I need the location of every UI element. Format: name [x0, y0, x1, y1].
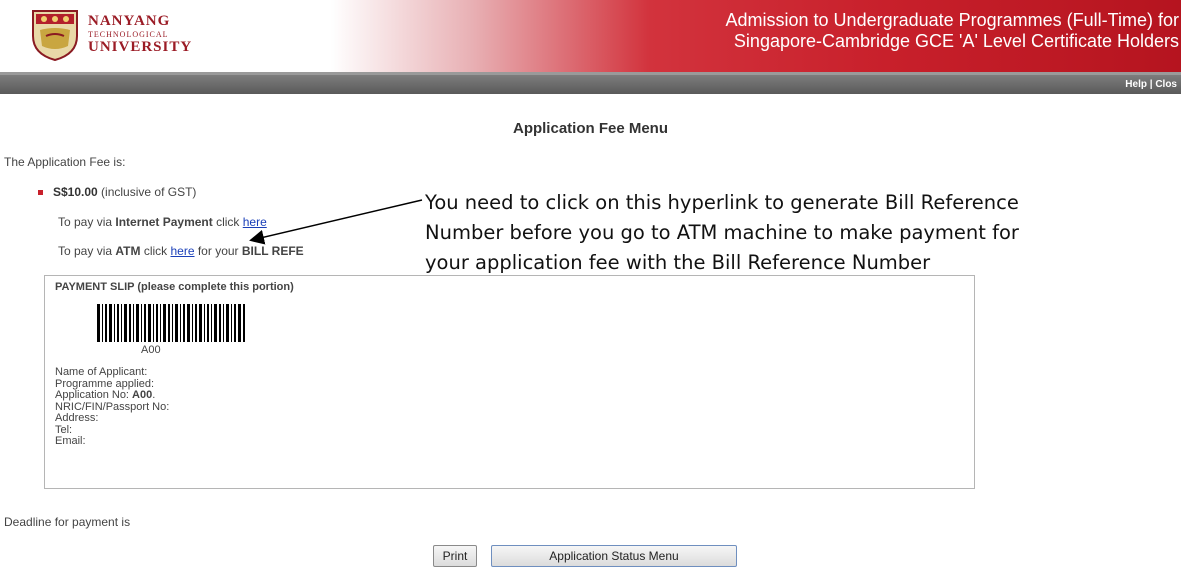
internet-mid: click [212, 215, 243, 229]
payment-deadline: Deadline for payment is [4, 515, 131, 529]
application-number-suffix: . [152, 389, 156, 401]
slip-fields: Name of Applicant: Programme applied: Ap… [55, 366, 169, 448]
address-label: Address: [55, 412, 99, 424]
annotation-line-1: You need to click on this hyperlink to g… [425, 191, 1019, 214]
header-banner: NANYANG TECHNOLOGICAL UNIVERSITY Admissi… [0, 0, 1181, 72]
ntu-logo: NANYANG TECHNOLOGICAL UNIVERSITY [30, 8, 230, 64]
crest-icon [32, 10, 78, 62]
close-link[interactable]: Clos [1155, 79, 1177, 90]
annotation-line-2: Number before you go to ATM machine to m… [425, 221, 1019, 244]
bullet-icon [38, 190, 43, 196]
atm-mid: click [140, 244, 171, 258]
logo-line-1: NANYANG [88, 13, 171, 29]
fee-note: (inclusive of GST) [97, 185, 197, 199]
annotation-line-3: your application fee with the Bill Refer… [425, 251, 931, 274]
header-title: Admission to Undergraduate Programmes (F… [726, 10, 1179, 52]
internet-payment-label: Internet Payment [115, 215, 213, 229]
annotation-callout: You need to click on this hyperlink to g… [425, 188, 1019, 278]
header-title-line-1: Admission to Undergraduate Programmes (F… [725, 10, 1179, 30]
header-title-line-2: Singapore-Cambridge GCE 'A' Level Certif… [733, 31, 1179, 51]
barcode-label: A00 [141, 344, 161, 356]
page-title: Application Fee Menu [512, 120, 668, 137]
barcode-icon [97, 304, 245, 342]
bill-reference-label: BILL REFE [241, 244, 304, 258]
logo-wordmark: NANYANG TECHNOLOGICAL UNIVERSITY [88, 14, 192, 55]
payment-slip: PAYMENT SLIP (please complete this porti… [44, 275, 975, 489]
toolbar-links: Help | Clos [1125, 79, 1177, 90]
internet-payment-link[interactable]: here [243, 215, 267, 229]
fee-amount-row: S$10.00 (inclusive of GST) [38, 185, 196, 199]
applicant-name-label: Name of Applicant: [55, 366, 148, 378]
logo-line-3: UNIVERSITY [88, 39, 193, 55]
toolbar: Help | Clos [0, 72, 1181, 94]
fee-amount: S$10.00 [53, 185, 98, 199]
atm-bill-reference-link[interactable]: here [170, 244, 194, 258]
atm-prefix: To pay via [58, 244, 116, 258]
application-number-value: A00 [132, 389, 153, 401]
internet-prefix: To pay via [58, 215, 116, 229]
atm-suffix: for your [194, 244, 242, 258]
application-number-row: Application No: A00. [55, 389, 169, 402]
fee-intro: The Application Fee is: [4, 155, 126, 169]
application-number-label: Application No: [55, 389, 133, 401]
logo-line-2: TECHNOLOGICAL [88, 30, 169, 39]
email-label: Email: [55, 435, 86, 447]
payment-slip-title: PAYMENT SLIP (please complete this porti… [55, 281, 294, 293]
help-link[interactable]: Help [1125, 79, 1147, 90]
atm-payment-row: To pay via ATM click here for your BILL … [58, 244, 403, 258]
atm-label: ATM [115, 244, 141, 258]
internet-payment-row: To pay via Internet Payment click here [58, 215, 267, 229]
